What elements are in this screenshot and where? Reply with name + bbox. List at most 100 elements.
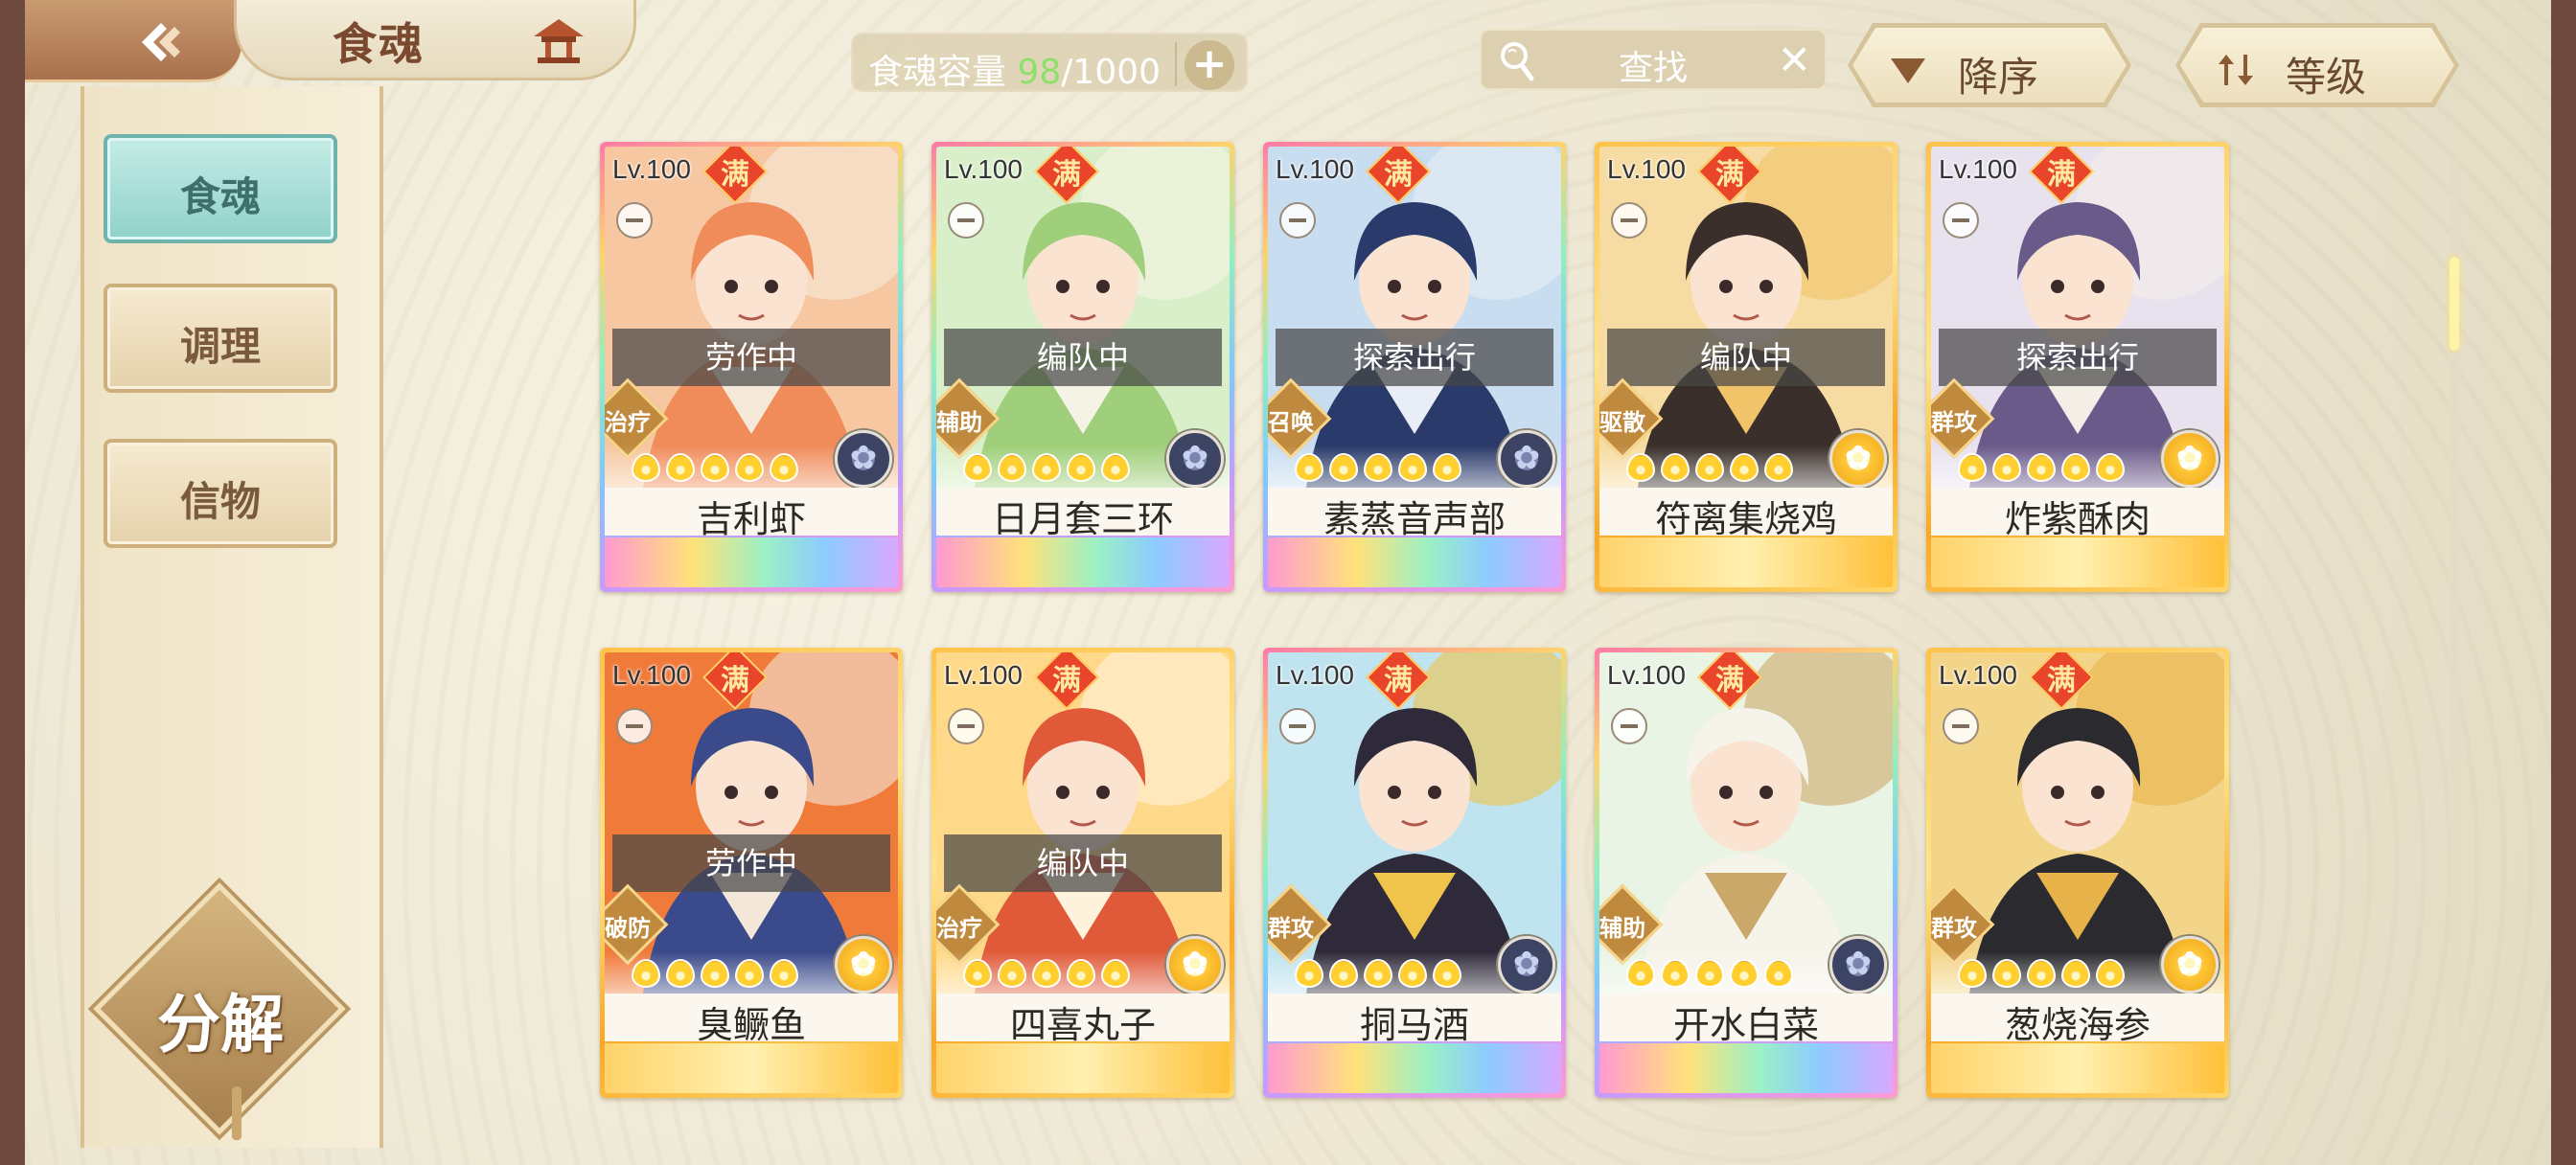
star-icon [2096, 959, 2125, 988]
star-icon [1032, 959, 1061, 988]
star-icon [1730, 453, 1759, 482]
sidebar-item-conditioning[interactable]: 调理 [104, 284, 337, 393]
lock-toggle-icon[interactable] [1611, 202, 1647, 239]
pavilion-icon[interactable] [530, 15, 587, 65]
star-icon [2061, 959, 2090, 988]
star-icon [735, 959, 764, 988]
sidebar-item-tokens[interactable]: 信物 [104, 439, 337, 548]
food-soul-card[interactable]: Lv.100 满 探索出行 群攻 炸紫酥肉 [1926, 142, 2229, 592]
lock-toggle-icon[interactable] [616, 202, 653, 239]
food-soul-card[interactable]: Lv.100 满 劳作中 破防 臭鳜鱼 [600, 648, 903, 1098]
level-label: Lv.100 [1939, 154, 2017, 184]
food-soul-card[interactable]: Lv.100 满 编队中 治疗 四喜丸子 [932, 648, 1234, 1098]
card-inner: Lv.100 满 劳作中 破防 臭鳜鱼 [605, 652, 898, 1093]
role-label: 召唤 [1268, 409, 1314, 436]
star-rating [963, 453, 1130, 482]
role-label: 群攻 [1931, 915, 1977, 942]
star-icon [998, 453, 1026, 482]
card-inner: Lv.100 满 群攻 葱烧海参 [1931, 652, 2224, 1093]
decompose-label[interactable]: 分解 [136, 973, 305, 1065]
sidebar-item-label: 信物 [179, 478, 261, 525]
sort-order-button[interactable]: 降序 [1848, 23, 2131, 107]
lock-toggle-icon[interactable] [1279, 708, 1316, 744]
star-icon [1067, 453, 1095, 482]
search-box[interactable]: 查找 ✕ [1480, 29, 1827, 90]
level-label: Lv.100 [612, 660, 691, 690]
back-arrow-icon [142, 23, 180, 61]
element-icon [1498, 936, 1555, 994]
plus-icon[interactable]: + [1184, 40, 1234, 90]
card-frame-bottom [1931, 537, 2224, 587]
lock-toggle-icon[interactable] [948, 202, 984, 239]
capacity-display: 食魂容量 98/1000 + [851, 33, 1248, 92]
star-icon [1958, 959, 1987, 988]
star-icon [1067, 959, 1095, 988]
status-banner: 探索出行 [1276, 329, 1553, 386]
sidebar-item-label: 调理 [179, 323, 261, 370]
sidebar-item-label: 食魂 [179, 173, 261, 220]
star-rating [1626, 959, 1793, 988]
lock-toggle-icon[interactable] [1943, 708, 1979, 744]
star-rating [963, 959, 1130, 988]
star-icon [666, 959, 695, 988]
food-soul-card[interactable]: Lv.100 满 编队中 辅助 日月套三环 [932, 142, 1234, 592]
card-inner: Lv.100 满 探索出行 群攻 炸紫酥肉 [1931, 147, 2224, 587]
food-soul-card[interactable]: Lv.100 满 群攻 葱烧海参 [1926, 648, 2229, 1098]
star-icon [1398, 453, 1427, 482]
sort-key-inner: 等级 [2180, 28, 2454, 103]
character-name: 符离集烧鸡 [1654, 498, 1837, 540]
star-icon [1661, 453, 1690, 482]
capacity-text: 食魂容量 98/1000 [868, 44, 1161, 94]
star-icon [1626, 959, 1655, 988]
close-icon[interactable]: ✕ [1778, 36, 1811, 83]
level-label: Lv.100 [612, 154, 691, 184]
star-icon [1992, 453, 2021, 482]
food-soul-card[interactable]: Lv.100 满 群攻 挏马酒 [1263, 648, 1566, 1098]
star-icon [632, 453, 660, 482]
star-icon [1958, 453, 1987, 482]
lock-toggle-icon[interactable] [1279, 202, 1316, 239]
character-name: 炸紫酥肉 [2004, 498, 2150, 540]
role-label: 驱散 [1599, 409, 1645, 436]
lock-toggle-icon[interactable] [616, 708, 653, 744]
character-name: 挏马酒 [1359, 1004, 1469, 1046]
sidebar-item-food-souls[interactable]: 食魂 [104, 134, 337, 243]
card-frame-bottom [1931, 1043, 2224, 1093]
scrollbar-thumb[interactable] [2450, 257, 2459, 351]
character-name: 吉利虾 [696, 498, 806, 540]
star-icon [2027, 959, 2056, 988]
search-input[interactable]: 查找 [1482, 40, 1825, 90]
role-label: 治疗 [936, 915, 982, 942]
max-badge-text: 满 [2047, 664, 2076, 697]
level-label: Lv.100 [1607, 154, 1686, 184]
star-icon [2096, 453, 2125, 482]
character-name: 臭鳜鱼 [696, 1004, 806, 1046]
lock-toggle-icon[interactable] [948, 708, 984, 744]
lock-toggle-icon[interactable] [1611, 708, 1647, 744]
max-badge-text: 满 [721, 158, 749, 192]
food-soul-card[interactable]: Lv.100 满 劳作中 治疗 吉利虾 [600, 142, 903, 592]
max-badge-text: 满 [2047, 158, 2076, 192]
food-soul-card[interactable]: Lv.100 满 探索出行 召唤 素蒸音声部 [1263, 142, 1566, 592]
card-inner: Lv.100 满 探索出行 召唤 素蒸音声部 [1268, 147, 1561, 587]
level-label: Lv.100 [1276, 660, 1354, 690]
food-soul-card[interactable]: Lv.100 满 辅助 开水白菜 [1595, 648, 1898, 1098]
back-button[interactable] [25, 0, 242, 82]
star-icon [1101, 453, 1130, 482]
max-badge-text: 满 [721, 664, 749, 697]
star-icon [1661, 959, 1690, 988]
food-soul-card[interactable]: Lv.100 满 编队中 驱散 符离集烧鸡 [1595, 142, 1898, 592]
card-frame-bottom [936, 537, 1230, 587]
game-screen: 食魂 食魂容量 98/1000 + 查找 ✕ 降序 等级 食魂 调理 信物 分解… [25, 0, 2551, 1165]
status-banner: 探索出行 [1939, 329, 2217, 386]
star-icon [1329, 453, 1358, 482]
role-label: 群攻 [1931, 409, 1977, 436]
star-icon [963, 453, 992, 482]
lock-toggle-icon[interactable] [1943, 202, 1979, 239]
element-icon [1166, 936, 1224, 994]
star-icon [1992, 959, 2021, 988]
sort-key-button[interactable]: 等级 [2175, 23, 2459, 107]
star-icon [2061, 453, 2090, 482]
capacity-divider [1175, 42, 1177, 86]
star-rating [1958, 959, 2125, 988]
